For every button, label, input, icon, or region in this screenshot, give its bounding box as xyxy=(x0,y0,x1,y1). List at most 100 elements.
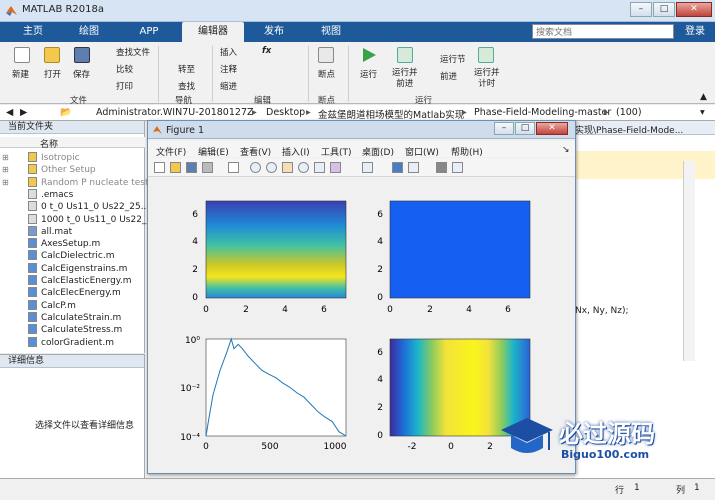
figure-close-button[interactable]: ✕ xyxy=(536,122,568,135)
legend-icon[interactable] xyxy=(408,162,419,173)
menu-help[interactable]: 帮助(H) xyxy=(451,145,483,158)
list-item[interactable]: CalcElasticEnergy.m xyxy=(8,275,131,287)
breadcrumb-3[interactable]: Phase-Field-Modeling-master xyxy=(474,107,611,118)
menu-insert[interactable]: 插入(I) xyxy=(282,145,310,158)
tab-plots[interactable]: 绘图 xyxy=(64,22,114,42)
editor-tab-path[interactable]: 实现\Phase-Field-Mode... xyxy=(575,123,683,136)
forward-arrow-icon[interactable]: ▶ xyxy=(20,107,27,118)
fx-button[interactable]: fx xyxy=(262,46,271,56)
comment-button[interactable]: 注释 xyxy=(220,63,237,75)
open-folder-icon[interactable] xyxy=(44,47,60,63)
menu-edit[interactable]: 编辑(E) xyxy=(198,145,229,158)
breakpoints-icon[interactable] xyxy=(318,47,334,63)
tab-view[interactable]: 视图 xyxy=(306,22,356,42)
minimize-button[interactable]: – xyxy=(630,2,652,17)
advance-button[interactable]: 前进 xyxy=(440,70,457,82)
list-item[interactable]: CalculateStress.m xyxy=(8,324,122,336)
pan-icon[interactable] xyxy=(282,162,293,173)
indent-button[interactable]: 缩进 xyxy=(220,80,237,92)
link-plot-icon[interactable] xyxy=(362,162,373,173)
breakpoints-button[interactable]: 断点 xyxy=(318,68,335,80)
run-button[interactable]: 运行 xyxy=(360,68,377,80)
list-item[interactable]: CalcEigenstrains.m xyxy=(8,262,127,275)
run-section-button[interactable]: 运行节 xyxy=(440,53,466,65)
zoom-in-icon[interactable] xyxy=(250,162,261,173)
hide-plot-tools-icon[interactable] xyxy=(436,162,447,173)
browse-folder-icon[interactable]: 📂 xyxy=(60,107,72,118)
list-item[interactable]: CalculateStrain.m xyxy=(8,311,121,324)
list-item[interactable]: ⊞ Random P nucleate test xyxy=(2,176,149,189)
subplot-2[interactable]: 6 4 2 0 0 2 4 6 xyxy=(377,200,531,315)
find-files-button[interactable]: 查找文件 xyxy=(116,46,150,58)
list-item[interactable]: .emacs xyxy=(8,188,73,201)
subplot-1[interactable]: 6 4 2 0 0 2 4 6 xyxy=(192,200,347,315)
list-item[interactable]: ⊞ Other Setup xyxy=(2,164,96,176)
list-item[interactable]: all.mat xyxy=(8,225,72,238)
find-button[interactable]: 查找 xyxy=(178,80,195,92)
show-plot-tools-icon[interactable] xyxy=(452,162,463,173)
list-item[interactable]: CalcElecEnergy.m xyxy=(8,287,121,299)
run-time-icon[interactable] xyxy=(478,47,494,63)
column-header[interactable]: 名称 xyxy=(0,137,145,150)
collapse-ribbon-icon[interactable]: ▲ xyxy=(700,92,707,102)
save-icon[interactable] xyxy=(74,47,90,63)
figure-menu-dock-icon[interactable]: ↘ xyxy=(562,145,570,155)
run-icon[interactable] xyxy=(361,47,377,63)
fig-print-icon[interactable] xyxy=(202,162,213,173)
new-icon[interactable] xyxy=(14,47,30,63)
figure-title-bar[interactable]: Figure 1 – □ ✕ xyxy=(148,121,575,139)
tab-editor[interactable]: 编辑器 xyxy=(182,22,244,42)
rotate-icon[interactable] xyxy=(298,162,309,173)
list-item[interactable]: colorGradient.m xyxy=(8,336,114,349)
subplot-3[interactable]: 10⁰ 10⁻² 10⁻⁴ 0 500 1000 xyxy=(180,336,347,452)
menu-file[interactable]: 文件(F) xyxy=(156,145,186,158)
zoom-out-icon[interactable] xyxy=(266,162,277,173)
back-arrow-icon[interactable]: ◀ xyxy=(6,107,13,118)
colorbar-icon[interactable] xyxy=(392,162,403,173)
breadcrumb-1[interactable]: Desktop xyxy=(266,107,305,118)
list-item[interactable]: 1000 t_0 Us11_0 Us22_... xyxy=(8,213,155,226)
list-item[interactable]: CalcDielectric.m xyxy=(8,250,115,262)
address-bar[interactable]: ◀ ▶ 📂 Administrator.WIN7U-20180127Z ▸ De… xyxy=(0,105,715,121)
tab-publish[interactable]: 发布 xyxy=(248,22,300,42)
run-time-button[interactable]: 运行并 计时 xyxy=(474,68,500,90)
menu-desktop[interactable]: 桌面(D) xyxy=(362,145,394,158)
login-button[interactable]: 登录 xyxy=(680,24,710,39)
list-item[interactable]: CalcP.m xyxy=(8,299,76,312)
menu-view[interactable]: 查看(V) xyxy=(240,145,271,158)
tab-home[interactable]: 主页 xyxy=(10,22,56,42)
data-cursor-icon[interactable] xyxy=(314,162,325,173)
fig-open-icon[interactable] xyxy=(170,162,181,173)
compare-button[interactable]: 比较 xyxy=(116,63,133,75)
new-button[interactable]: 新建 xyxy=(12,68,29,80)
save-button[interactable]: 保存 xyxy=(73,68,90,80)
print-button[interactable]: 打印 xyxy=(116,80,133,92)
tab-apps[interactable]: APP xyxy=(122,22,176,42)
open-button[interactable]: 打开 xyxy=(44,68,61,80)
brush-icon[interactable] xyxy=(330,162,341,173)
search-input[interactable] xyxy=(532,24,674,39)
expand-icon[interactable]: ⊞ xyxy=(2,177,9,189)
list-item[interactable]: AxesSetup.m xyxy=(8,238,100,250)
fig-new-icon[interactable] xyxy=(154,162,165,173)
menu-window[interactable]: 窗口(W) xyxy=(405,145,439,158)
run-advance-button[interactable]: 运行并 前进 xyxy=(392,68,418,90)
expand-icon[interactable]: ⊞ xyxy=(2,152,9,164)
breadcrumb-0[interactable]: Administrator.WIN7U-20180127Z xyxy=(96,107,254,118)
figure-maximize-button[interactable]: □ xyxy=(515,122,535,135)
fig-select-icon[interactable] xyxy=(228,162,239,173)
editor-scrollbar[interactable] xyxy=(683,161,695,361)
figure-minimize-button[interactable]: – xyxy=(494,122,514,135)
insert-button[interactable]: 插入 xyxy=(220,46,237,58)
fig-save-icon[interactable] xyxy=(186,162,197,173)
expand-icon[interactable]: ⊞ xyxy=(2,164,9,176)
run-advance-icon[interactable] xyxy=(397,47,413,63)
maximize-button[interactable]: □ xyxy=(653,2,675,17)
goto-button[interactable]: 转至 xyxy=(178,63,195,75)
breadcrumb-2[interactable]: 金兹堡朗道相场模型的Matlab实现 xyxy=(318,107,464,121)
list-item[interactable]: ⊞ Isotropic xyxy=(2,152,80,164)
close-button[interactable]: ✕ xyxy=(676,2,712,17)
breadcrumb-4[interactable]: (100) xyxy=(616,107,642,118)
menu-tools[interactable]: 工具(T) xyxy=(321,145,352,158)
path-dropdown-icon[interactable]: ▾ xyxy=(700,107,705,118)
